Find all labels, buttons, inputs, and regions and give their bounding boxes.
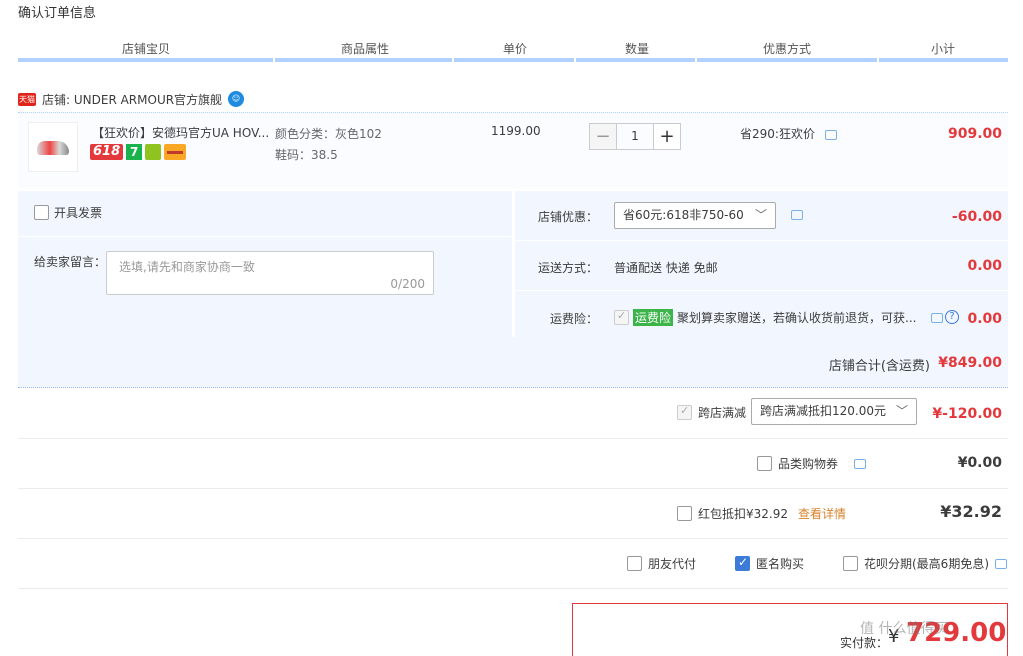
divider — [515, 290, 1008, 291]
divider — [18, 488, 1008, 489]
insurance-option: 运费险 聚划算卖家赠送，若确认收货前退货，可获... — [614, 309, 919, 326]
shop-discount-label: 店铺优惠： — [538, 210, 599, 224]
huabei-checkbox[interactable] — [843, 556, 858, 571]
shop-discount-amount: -60.00 — [951, 209, 1002, 225]
col-header-price: 单价 — [502, 42, 527, 56]
divider — [18, 538, 1008, 539]
friend-pay-option[interactable]: 朋友代付 — [627, 555, 696, 572]
comment-icon[interactable] — [824, 130, 837, 140]
red-packet-option[interactable]: 红包抵扣¥32.92 查看详情 — [677, 505, 846, 522]
badge-618-icon: 618 — [90, 144, 124, 160]
col-header-promo: 优惠方式 — [762, 42, 811, 56]
divider — [18, 588, 1008, 589]
shipping-label: 运送方式： — [538, 261, 599, 275]
col-header-attrs: 商品属性 — [340, 42, 389, 56]
badge-guarantee-icon — [145, 144, 162, 160]
invoice-option[interactable]: 开具发票 — [34, 204, 102, 221]
red-packet-label: 红包抵扣¥32.92 — [698, 507, 788, 521]
red-packet-details-link[interactable]: 查看详情 — [798, 505, 846, 522]
header-underline — [18, 58, 1008, 62]
category-coupon-option[interactable]: 品类购物券 — [757, 455, 867, 472]
friend-pay-checkbox[interactable] — [627, 556, 642, 571]
item-thumbnail[interactable] — [28, 122, 78, 172]
col-header-subtotal: 小计 — [930, 42, 955, 56]
tmall-logo-icon: 天猫 — [18, 92, 36, 106]
qty-input[interactable]: 1 — [617, 123, 653, 150]
comment-icon[interactable] — [791, 210, 803, 220]
red-packet-checkbox[interactable] — [677, 506, 692, 521]
cross-store-label: 跨店满减 — [698, 406, 747, 420]
divider — [515, 240, 1008, 241]
shop-discount-select[interactable]: 省60元:618非750-60 ﹀ — [614, 202, 776, 229]
shop-total-amount: ¥849.00 — [938, 355, 1002, 371]
invoice-label: 开具发票 — [54, 206, 103, 220]
col-header-qty: 数量 — [624, 42, 649, 56]
cross-store-value: 跨店满减抵扣120.00元 — [760, 404, 886, 418]
insurance-tag: 运费险 — [633, 309, 674, 326]
cross-store-amount: ¥-120.00 — [932, 406, 1002, 422]
watermark: 值 什么值得买 — [860, 621, 949, 637]
shoe-image — [37, 141, 69, 155]
divider — [18, 236, 512, 237]
category-coupon-amount: ¥0.00 — [957, 455, 1002, 471]
page-title: 确认订单信息 — [18, 6, 97, 21]
qty-plus-button[interactable]: + — [653, 123, 681, 150]
huabei-option[interactable]: 花呗分期(最高6期免息) — [843, 555, 1007, 572]
seller-message-input[interactable]: 选填,请先和商家协商一致 0/200 — [106, 251, 434, 295]
shipping-value: 普通配送 快递 免邮 — [614, 261, 718, 275]
shop-row: 天猫 店铺: UNDER ARMOUR官方旗舰 ☺ — [18, 88, 245, 110]
category-coupon-checkbox[interactable] — [757, 456, 772, 471]
huabei-label: 花呗分期(最高6期免息) — [864, 557, 989, 571]
shipping-amount: 0.00 — [967, 258, 1002, 274]
item-attr-size: 鞋码：38.5 — [275, 148, 338, 162]
anonymous-checkbox[interactable] — [735, 555, 750, 571]
col-header-items: 店铺宝贝 — [121, 42, 170, 56]
category-coupon-label: 品类购物券 — [778, 457, 839, 471]
message-label: 给卖家留言： — [34, 255, 107, 269]
item-subtotal: 909.00 — [947, 126, 1002, 142]
message-placeholder: 选填,请先和商家协商一致 — [119, 260, 255, 274]
item-attr-color: 颜色分类：灰色102 — [275, 127, 382, 141]
friend-pay-label: 朋友代付 — [648, 557, 697, 571]
insurance-label: 运费险： — [550, 312, 599, 326]
anonymous-option[interactable]: 匿名购买 — [735, 555, 804, 572]
cross-store-option[interactable]: 跨店满减 — [677, 404, 746, 421]
message-char-count: 0/200 — [390, 277, 425, 291]
insurance-text: 聚划算卖家赠送，若确认收货前退货，可获... — [677, 311, 917, 325]
item-promo: 省290:狂欢价 — [740, 125, 837, 142]
chevron-down-icon: ﹀ — [754, 208, 767, 222]
shop-total-label: 店铺合计(含运费) — [828, 359, 930, 374]
comment-icon[interactable] — [854, 458, 867, 469]
red-packet-amount: ¥32.92 — [940, 502, 1002, 521]
item-badges: 618 7 — [90, 144, 187, 160]
qty-minus-button[interactable]: − — [589, 123, 617, 150]
shop-name[interactable]: 店铺: UNDER ARMOUR官方旗舰 — [42, 91, 222, 108]
insurance-checkbox — [614, 309, 629, 325]
badge-credit-card-icon — [164, 144, 187, 160]
cross-store-checkbox[interactable] — [677, 404, 692, 420]
invoice-checkbox[interactable] — [34, 205, 49, 220]
insurance-amount: 0.00 — [967, 311, 1002, 327]
cross-store-select[interactable]: 跨店满减抵扣120.00元 ﹀ — [751, 398, 917, 425]
wangwang-chat-icon[interactable]: ☺ — [228, 91, 245, 107]
shop-discount-value: 省60元:618非750-60 — [623, 208, 744, 222]
item-name-link[interactable]: 【狂欢价】安德玛官方UA HOV... — [92, 124, 270, 141]
anonymous-label: 匿名购买 — [756, 557, 805, 571]
divider — [18, 438, 1008, 439]
item-unit-price: 1199.00 — [491, 124, 541, 138]
comment-icon[interactable] — [995, 558, 1007, 569]
badge-7day-return-icon: 7 — [126, 144, 143, 160]
quantity-stepper: − 1 + — [589, 123, 681, 150]
item-promo-text: 省290:狂欢价 — [740, 127, 815, 141]
